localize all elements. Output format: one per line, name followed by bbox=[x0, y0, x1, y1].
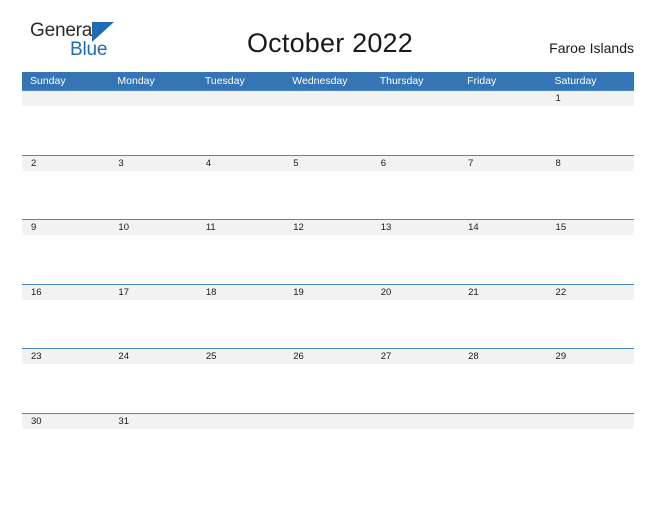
calendar-grid: Sunday Monday Tuesday Wednesday Thursday… bbox=[22, 72, 634, 477]
day-cell[interactable] bbox=[547, 414, 634, 429]
day-cell[interactable]: 31 bbox=[109, 414, 196, 429]
day-cell[interactable] bbox=[372, 414, 459, 429]
day-cell[interactable]: 30 bbox=[22, 414, 109, 429]
day-cell[interactable]: 3 bbox=[109, 156, 196, 171]
weekday-sunday: Sunday bbox=[30, 75, 66, 87]
week-note-area[interactable] bbox=[22, 106, 634, 154]
day-cell[interactable]: 8 bbox=[547, 156, 634, 171]
daynum-band: 2 3 4 5 6 7 8 bbox=[22, 155, 634, 171]
week-row: 1 bbox=[22, 90, 634, 155]
daynum-band: 23 24 25 26 27 28 29 bbox=[22, 349, 634, 364]
day-cell[interactable]: 25 bbox=[197, 349, 284, 364]
daynum-band: 30 31 bbox=[22, 413, 634, 429]
day-cell[interactable]: 21 bbox=[459, 285, 546, 300]
day-cell[interactable]: 15 bbox=[547, 220, 634, 235]
week-row: 30 31 bbox=[22, 412, 634, 478]
day-cell[interactable]: 23 bbox=[22, 349, 109, 364]
day-cell[interactable] bbox=[372, 91, 459, 106]
day-cell[interactable]: 13 bbox=[372, 220, 459, 235]
day-cell[interactable]: 19 bbox=[284, 285, 371, 300]
weekday-header-row: Sunday Monday Tuesday Wednesday Thursday… bbox=[22, 72, 634, 90]
day-cell[interactable]: 1 bbox=[547, 91, 634, 106]
week-row: 9 10 11 12 13 14 15 bbox=[22, 219, 634, 284]
weekday-wednesday: Wednesday bbox=[292, 75, 348, 87]
daynum-band: 16 17 18 19 20 21 22 bbox=[22, 284, 634, 300]
weekday-tuesday: Tuesday bbox=[204, 75, 245, 87]
week-row: 23 24 25 26 27 28 29 bbox=[22, 348, 634, 413]
daynum-band: 9 10 11 12 13 14 15 bbox=[22, 220, 634, 235]
locale-label: Faroe Islands bbox=[549, 40, 634, 56]
day-cell[interactable]: 17 bbox=[109, 285, 196, 300]
weekday-thursday: Thursday bbox=[379, 75, 424, 87]
week-note-area[interactable] bbox=[22, 428, 634, 477]
day-cell[interactable] bbox=[109, 91, 196, 106]
day-cell[interactable]: 11 bbox=[197, 220, 284, 235]
weekday-friday: Friday bbox=[467, 75, 497, 87]
week-note-area[interactable] bbox=[22, 235, 634, 283]
day-cell[interactable]: 27 bbox=[372, 349, 459, 364]
day-cell[interactable]: 28 bbox=[459, 349, 546, 364]
day-cell[interactable]: 18 bbox=[197, 285, 284, 300]
week-note-area[interactable] bbox=[22, 299, 634, 348]
calendar-page: General Blue October 2022 Faroe Islands … bbox=[0, 0, 660, 510]
day-cell[interactable] bbox=[197, 91, 284, 106]
week-note-area[interactable] bbox=[22, 170, 634, 219]
day-cell[interactable]: 6 bbox=[372, 156, 459, 171]
weekday-monday: Monday bbox=[117, 75, 155, 87]
weekday-saturday: Saturday bbox=[554, 75, 597, 87]
week-row: 2 3 4 5 6 7 8 bbox=[22, 154, 634, 220]
day-cell[interactable]: 22 bbox=[547, 285, 634, 300]
day-cell[interactable]: 26 bbox=[284, 349, 371, 364]
daynum-band: 1 bbox=[22, 91, 634, 106]
day-cell[interactable]: 29 bbox=[547, 349, 634, 364]
day-cell[interactable]: 14 bbox=[459, 220, 546, 235]
day-cell[interactable]: 24 bbox=[109, 349, 196, 364]
day-cell[interactable]: 12 bbox=[284, 220, 371, 235]
day-cell[interactable]: 2 bbox=[22, 156, 109, 171]
page-header: General Blue October 2022 Faroe Islands bbox=[0, 0, 660, 70]
day-cell[interactable]: 7 bbox=[459, 156, 546, 171]
week-note-area[interactable] bbox=[22, 364, 634, 412]
day-cell[interactable] bbox=[22, 91, 109, 106]
week-row: 16 17 18 19 20 21 22 bbox=[22, 283, 634, 349]
day-cell[interactable] bbox=[284, 91, 371, 106]
day-cell[interactable]: 20 bbox=[372, 285, 459, 300]
day-cell[interactable] bbox=[197, 414, 284, 429]
day-cell[interactable] bbox=[459, 414, 546, 429]
day-cell[interactable] bbox=[284, 414, 371, 429]
day-cell[interactable]: 5 bbox=[284, 156, 371, 171]
day-cell[interactable] bbox=[459, 91, 546, 106]
day-cell[interactable]: 9 bbox=[22, 220, 109, 235]
day-cell[interactable]: 10 bbox=[109, 220, 196, 235]
day-cell[interactable]: 16 bbox=[22, 285, 109, 300]
day-cell[interactable]: 4 bbox=[197, 156, 284, 171]
